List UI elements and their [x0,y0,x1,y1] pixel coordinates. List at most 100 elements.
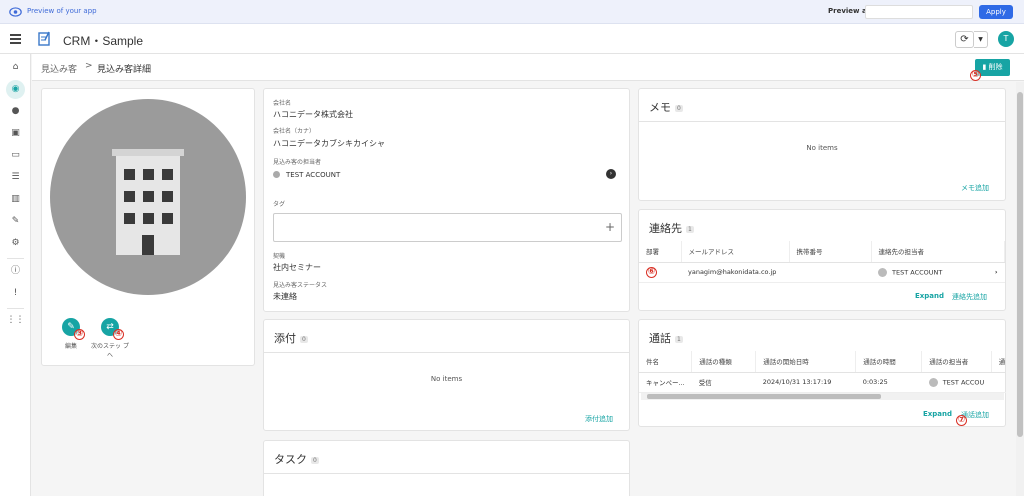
column-header[interactable]: 携帯番号 [789,241,872,263]
annotation-marker-6: ⑥ [646,267,657,278]
edit-icon: ✎ [67,322,75,332]
add-contact-link[interactable]: 連絡先追加 [952,292,987,302]
annotation-marker-4: ④ [113,329,124,340]
calls-title: 通話 1 [649,332,683,345]
company-label: 会社名 [273,100,292,107]
tag-input[interactable] [273,213,622,242]
owner-value[interactable]: TEST ACCOUNT [286,171,340,179]
contacts-table: 部署 メールアドレス 携帯番号 連絡先の担当者 yanagim@hakonida… [639,241,1005,283]
cell-owner: TEST ACCOUNT › [871,262,1005,283]
cell-start: 2024/10/31 13:17:19 [755,372,856,393]
calls-table: 件名 通話の種類 通話の開始日時 通話の時間 通話の担当者 通 キャンペー...… [639,351,1006,393]
company-value: ハコニデータ株式会社 [273,110,353,119]
cell-email: yanagim@hakonidata.co.jp [681,262,789,283]
preview-as-input[interactable] [865,5,973,19]
memo-empty: No items [806,144,838,152]
chevron-right-icon[interactable]: › [606,169,616,179]
app-header: CRM・Sample ⟳ ▼ T [0,24,1024,54]
building-icon[interactable]: ▥ [6,190,25,209]
cell-subject: キャンペー... [639,372,692,393]
chevron-down-icon[interactable]: ▼ [974,31,988,48]
tag-label: タグ [273,201,286,208]
gear-icon[interactable]: ⚙ [6,234,25,253]
table-row[interactable]: yanagim@hakonidata.co.jp TEST ACCOUNT › [639,262,1005,283]
feedback-icon[interactable]: ! [6,284,25,303]
sidebar: ⌂ ◉ ● ▣ ▭ ☰ ▥ ✎ ⚙ ⓘ ! ⋮⋮ [0,54,31,496]
swap-icon: ⇄ [106,322,114,332]
person-icon[interactable]: ● [6,102,25,121]
apps-grid-icon[interactable]: ⋮⋮ [6,311,25,330]
list-icon[interactable]: ☰ [6,168,25,187]
preview-bar: Preview of your app Preview as: Apply [0,0,1024,24]
eye-icon [9,7,22,17]
column-header[interactable]: 通 [991,351,1006,373]
menu-icon[interactable] [10,34,21,44]
contacts-title: 連絡先 1 [649,222,694,235]
app-title: CRM・Sample [63,34,144,48]
calls-expand-link[interactable]: Expand [923,410,952,418]
source-value: 社内セミナー [273,263,321,272]
page-scrollbar[interactable] [1016,82,1024,496]
avatar [928,377,938,387]
add-attachment-link[interactable]: 添付追加 [585,414,613,424]
owner-label: 見込み客の担当者 [273,159,322,166]
tasks-title: タスク 0 [274,453,319,466]
kana-label: 会社名（カナ） [273,128,316,135]
contacts-card: 連絡先 1 部署 メールアドレス 携帯番号 連絡先の担当者 yanagim@hak… [638,209,1006,311]
company-avatar [50,99,246,295]
column-header[interactable]: 通話の担当者 [921,351,992,373]
breadcrumb-parent[interactable]: 見込み客 [41,62,77,75]
next-step-label: 次のステッ プへ [91,343,129,359]
column-header[interactable]: 件名 [639,351,693,373]
contact-card-icon[interactable]: ▣ [6,124,25,143]
annotation-marker-3: ③ [74,329,85,340]
preview-label: Preview of your app [27,7,97,15]
status-value: 未連絡 [273,292,297,301]
column-header[interactable]: メールアドレス [681,241,790,263]
calls-card: 通話 1 件名 通話の種類 通話の開始日時 通話の時間 通話の担当者 通 キャンペ… [638,319,1006,427]
avatar-card: ✎ 編集 ⇄ 次のステッ プへ ③ ④ [41,88,255,366]
chat-icon[interactable]: ▭ [6,146,25,165]
cell-duration: 0:03:25 [855,372,922,393]
horizontal-scrollbar[interactable] [641,393,1004,400]
delete-label: 削除 [988,63,1003,71]
user-avatar[interactable]: T [998,31,1014,47]
cell-mobile [789,262,871,283]
column-header[interactable]: 通話の時間 [855,351,923,373]
cell-owner: TEST ACCOU [921,372,992,393]
chevron-right-icon[interactable]: › [995,268,998,276]
breadcrumb: 見込み客 > 見込み客詳細 ▮ 削除 [32,54,1024,81]
sync-icon[interactable]: ⟳ [955,31,974,48]
attachments-card: 添付 0 No items 添付追加 [263,319,630,431]
building-icon [112,149,184,255]
add-memo-link[interactable]: メモ追加 [961,183,989,193]
scrollbar-thumb[interactable] [1017,92,1023,437]
status-label: 見込み客ステータス [273,282,328,289]
annotation-marker-5: ⑤ [970,70,981,81]
annotation-marker-7: ⑦ [956,415,967,426]
avatar [878,267,887,277]
home-icon[interactable]: ⌂ [6,58,25,77]
attachments-empty: No items [430,375,463,383]
breadcrumb-current: 見込み客詳細 [97,65,152,75]
lead-info-card: 会社名 ハコニデータ株式会社 会社名（カナ） ハコニデータカブシキカイシャ 見込… [263,88,630,312]
sidebar-item-leads[interactable]: ◉ [6,80,25,99]
tasks-card: タスク 0 [263,440,630,496]
column-header[interactable]: 通話の種類 [691,351,757,373]
memo-card: メモ 0 No items メモ追加 [638,88,1006,201]
apply-button[interactable]: Apply [979,5,1013,19]
column-header[interactable]: 通話の開始日時 [755,351,857,373]
attachments-title: 添付 0 [274,332,308,345]
table-row[interactable]: キャンペー... 受信 2024/10/31 13:17:19 0:03:25 … [639,372,1006,393]
cell-type: 受信 [691,372,756,393]
column-header[interactable]: 部署 [639,241,682,263]
plus-icon[interactable]: + [605,220,615,234]
source-label: 契機 [273,253,286,260]
breadcrumb-separator: > [85,61,93,71]
user-edit-icon[interactable]: ✎ [6,212,25,231]
edit-label: 編集 [64,343,77,350]
column-header[interactable]: 連絡先の担当者 [871,241,1005,263]
memo-title: メモ 0 [649,101,683,114]
contacts-expand-link[interactable]: Expand [915,292,944,300]
info-icon[interactable]: ⓘ [6,262,25,281]
